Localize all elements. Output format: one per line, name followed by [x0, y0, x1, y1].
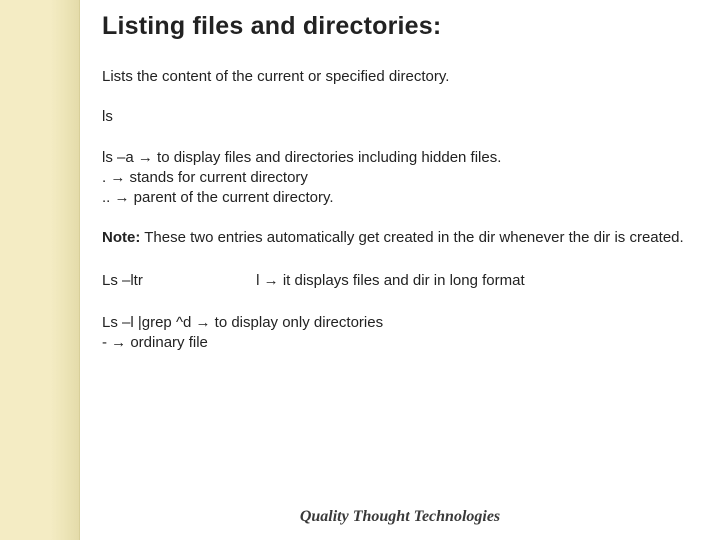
slide-body: Lists the content of the current or spec… — [102, 67, 698, 353]
arrow-icon: → — [138, 149, 153, 166]
note-text: These two entries automatically get crea… — [140, 229, 683, 246]
dotdot-pre: .. — [102, 189, 115, 206]
ls-a-block: ls –a → to display files and directories… — [102, 148, 698, 209]
ls-a-pre: ls –a — [102, 149, 138, 166]
dash-pre: - — [102, 334, 111, 351]
ltr-l-pre: l — [256, 272, 264, 289]
ls-ltr-row: Ls –ltr l → it displays files and dir in… — [102, 271, 698, 291]
intro-text: Lists the content of the current or spec… — [102, 67, 698, 87]
note-label: Note: — [102, 229, 140, 246]
line-dot: . → stands for current directory — [102, 168, 698, 188]
arrow-icon: → — [111, 334, 126, 351]
arrow-icon: → — [196, 314, 211, 331]
note-block: Note: These two entries automatically ge… — [102, 228, 698, 248]
arrow-icon: → — [115, 189, 130, 206]
dash-post: ordinary file — [126, 334, 208, 351]
slide-content: Listing files and directories: Lists the… — [80, 0, 720, 540]
arrow-icon: → — [264, 272, 279, 289]
line-ls-a: ls –a → to display files and directories… — [102, 148, 698, 168]
grep-line: Ls –l |grep ^d → to display only directo… — [102, 313, 698, 333]
ls-a-post: to display files and directories includi… — [153, 149, 502, 166]
left-decorative-strip — [50, 0, 80, 540]
ltr-l-post: it displays files and dir in long format — [279, 272, 525, 289]
dot-post: stands for current directory — [125, 169, 308, 186]
grep-block: Ls –l |grep ^d → to display only directo… — [102, 313, 698, 354]
footer-text: Quality Thought Technologies — [80, 508, 720, 526]
slide-title: Listing files and directories: — [102, 12, 698, 41]
grep-pre: Ls –l |grep ^d — [102, 314, 196, 331]
dash-line: - → ordinary file — [102, 333, 698, 353]
cmd-ls: ls — [102, 107, 698, 127]
arrow-icon: → — [110, 169, 125, 186]
ls-ltr-cmd: Ls –ltr — [102, 271, 252, 291]
line-dotdot: .. → parent of the current directory. — [102, 188, 698, 208]
dotdot-post: parent of the current directory. — [130, 189, 334, 206]
grep-post: to display only directories — [211, 314, 384, 331]
